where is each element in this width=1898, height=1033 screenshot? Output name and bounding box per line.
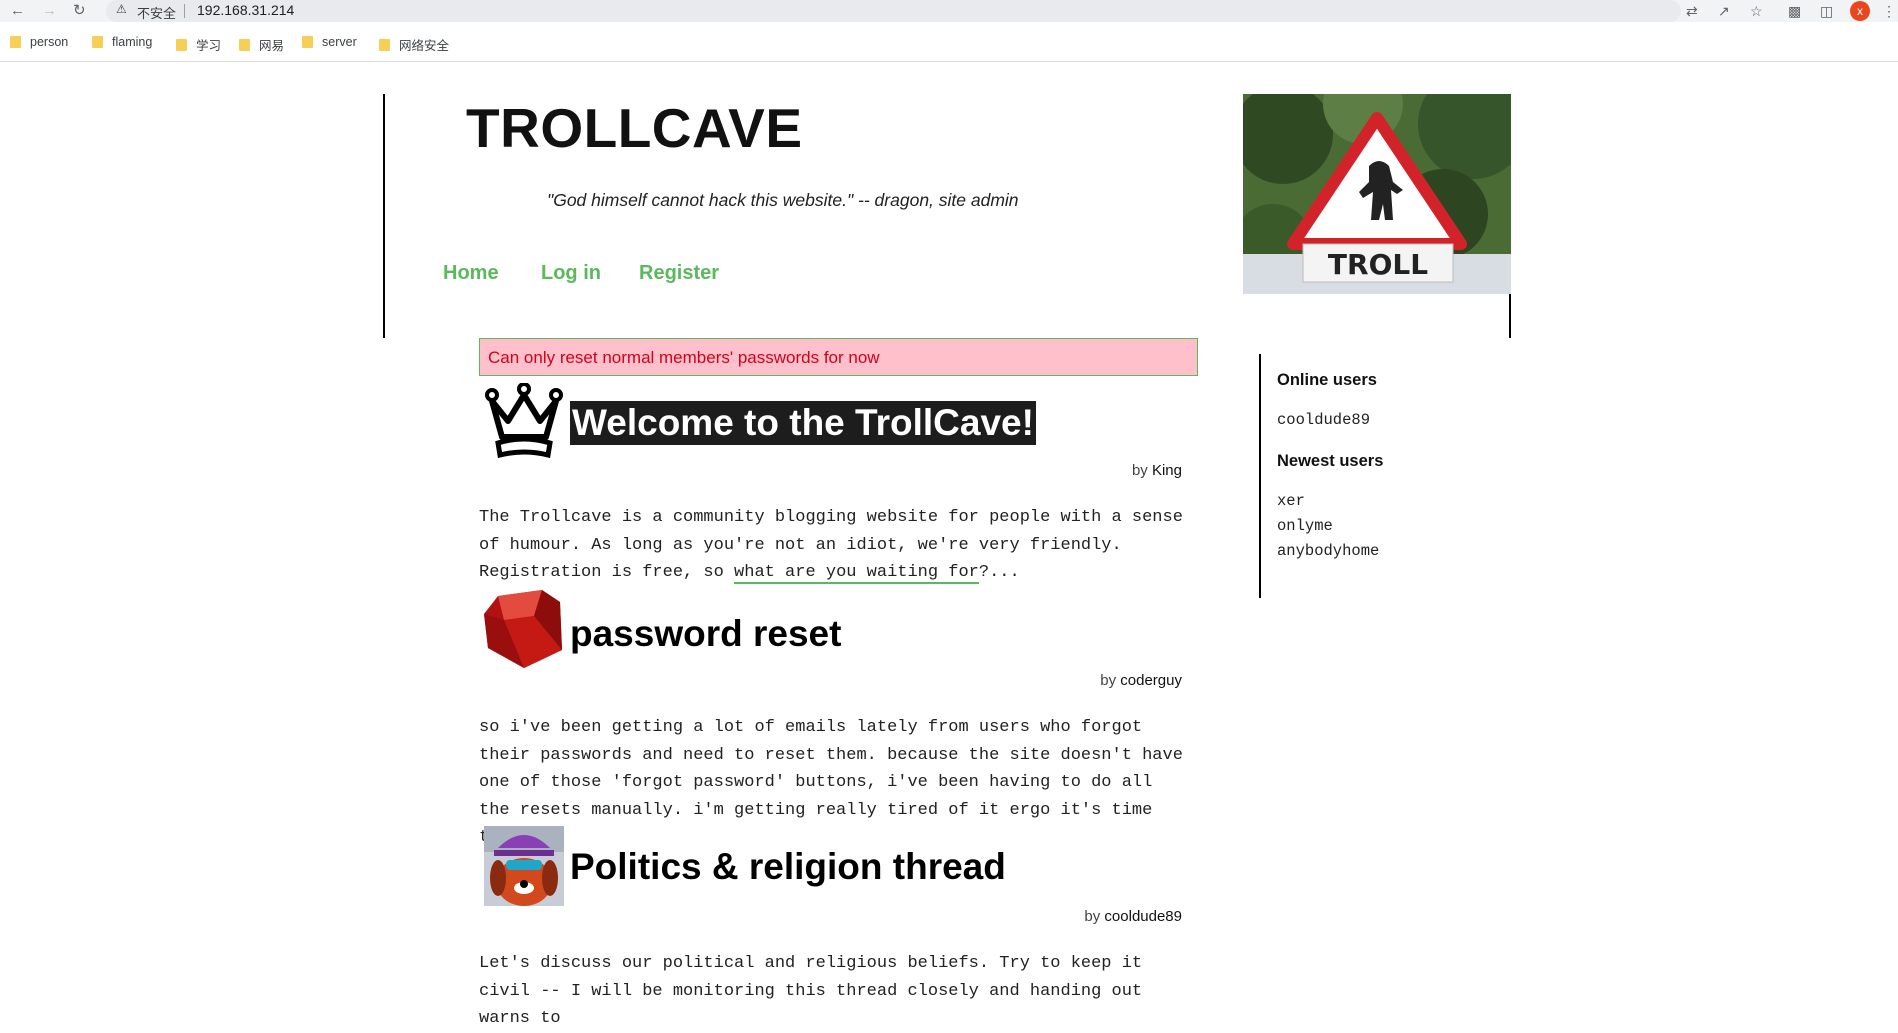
folder-icon: [10, 36, 21, 48]
flash-alert: Can only reset normal members' passwords…: [479, 338, 1198, 376]
bookmark-label: person: [30, 35, 69, 49]
bookmark-study[interactable]: 学习: [176, 35, 221, 54]
nav-register-link[interactable]: Register: [639, 262, 719, 285]
cartoon-dog-avatar-icon: [484, 826, 564, 906]
folder-icon: [176, 38, 187, 51]
bookmark-person[interactable]: person: [10, 35, 68, 49]
forward-icon[interactable]: →: [42, 1, 57, 21]
insecure-label[interactable]: 不安全: [137, 3, 176, 22]
bookmark-label: flaming: [112, 35, 153, 49]
by-prefix: by: [1084, 908, 1105, 925]
post-title[interactable]: Welcome to the TrollCave!: [570, 401, 1036, 445]
bookmark-label: 网易: [259, 39, 285, 53]
online-users-heading: Online users: [1277, 371, 1377, 389]
reload-icon[interactable]: ↻: [73, 1, 86, 21]
folder-icon: [379, 38, 390, 51]
side-panel-icon[interactable]: ◫: [1820, 1, 1833, 21]
sidebar-border: [1259, 354, 1261, 598]
crown-icon: [484, 382, 564, 463]
folder-icon: [239, 38, 250, 51]
by-prefix: by: [1131, 462, 1152, 479]
post-text-end: ?...: [978, 563, 1020, 582]
author-link[interactable]: coderguy: [1120, 672, 1182, 689]
translate-icon[interactable]: ⇄: [1686, 1, 1698, 21]
address-bar[interactable]: [106, 0, 1681, 22]
bookmark-label: 学习: [196, 39, 222, 53]
newest-user[interactable]: onlyme: [1277, 517, 1333, 535]
post-author: by King: [1132, 462, 1182, 479]
newest-users-heading: Newest users: [1277, 452, 1384, 470]
folder-icon: [92, 36, 103, 48]
menu-icon[interactable]: ⋮: [1882, 1, 1896, 21]
omnibox-divider: [184, 4, 185, 18]
browser-toolbar: ← → ↻ ⚠ 不安全 192.168.31.214 ⇄ ↗ ☆ ▩ ◫ x ⋮: [0, 0, 1898, 22]
newest-user[interactable]: xer: [1277, 492, 1305, 510]
bookmark-server[interactable]: server: [302, 35, 357, 49]
profile-avatar[interactable]: x: [1850, 1, 1870, 21]
online-user[interactable]: cooldude89: [1277, 411, 1370, 429]
back-icon[interactable]: ←: [10, 1, 25, 21]
nav-home-link[interactable]: Home: [443, 262, 499, 285]
site-title: TROLLCAVE: [466, 97, 803, 159]
author-link[interactable]: cooldude89: [1104, 908, 1182, 925]
register-inline-link[interactable]: what are you waiting for: [734, 563, 979, 584]
post-author: by cooldude89: [1084, 908, 1182, 925]
bookmark-label: 网络安全: [399, 39, 450, 53]
alert-message: Can only reset normal members' passwords…: [488, 348, 880, 367]
post-title[interactable]: password reset: [570, 612, 841, 656]
bookmark-flaming[interactable]: flaming: [92, 35, 152, 49]
nav-login-link[interactable]: Log in: [541, 262, 601, 285]
post-excerpt: Let's discuss our political and religiou…: [479, 954, 1143, 1028]
site-tagline: "God himself cannot hack this website." …: [547, 190, 1019, 210]
ruby-icon: [484, 590, 564, 670]
post-author: by coderguy: [1100, 672, 1182, 689]
post-excerpt: so i've been getting a lot of emails lat…: [479, 718, 1183, 847]
post-excerpt: The Trollcave is a community blogging we…: [479, 504, 1184, 587]
bookmark-star-icon[interactable]: ☆: [1750, 1, 1763, 21]
bookmark-netease[interactable]: 网易: [239, 35, 284, 54]
share-icon[interactable]: ↗: [1718, 1, 1730, 21]
bookmark-label: server: [322, 35, 357, 49]
bookmark-netsec[interactable]: 网络安全: [379, 35, 449, 54]
by-prefix: by: [1100, 672, 1121, 689]
url-text[interactable]: 192.168.31.214: [197, 2, 294, 18]
post-title[interactable]: Politics & religion thread: [570, 845, 1006, 889]
newest-user[interactable]: anybodyhome: [1277, 542, 1379, 560]
header-left-border: [383, 94, 385, 338]
warning-icon[interactable]: ⚠: [116, 2, 127, 16]
folder-icon: [302, 36, 313, 48]
extensions-icon[interactable]: ▩: [1788, 1, 1801, 21]
troll-sign-text: TROLL: [1328, 248, 1428, 281]
author-link[interactable]: King: [1152, 462, 1182, 479]
bookmarks-bar: person flaming 学习 网易 server 网络安全: [0, 22, 1898, 62]
troll-sign-image: TROLL: [1243, 94, 1511, 294]
